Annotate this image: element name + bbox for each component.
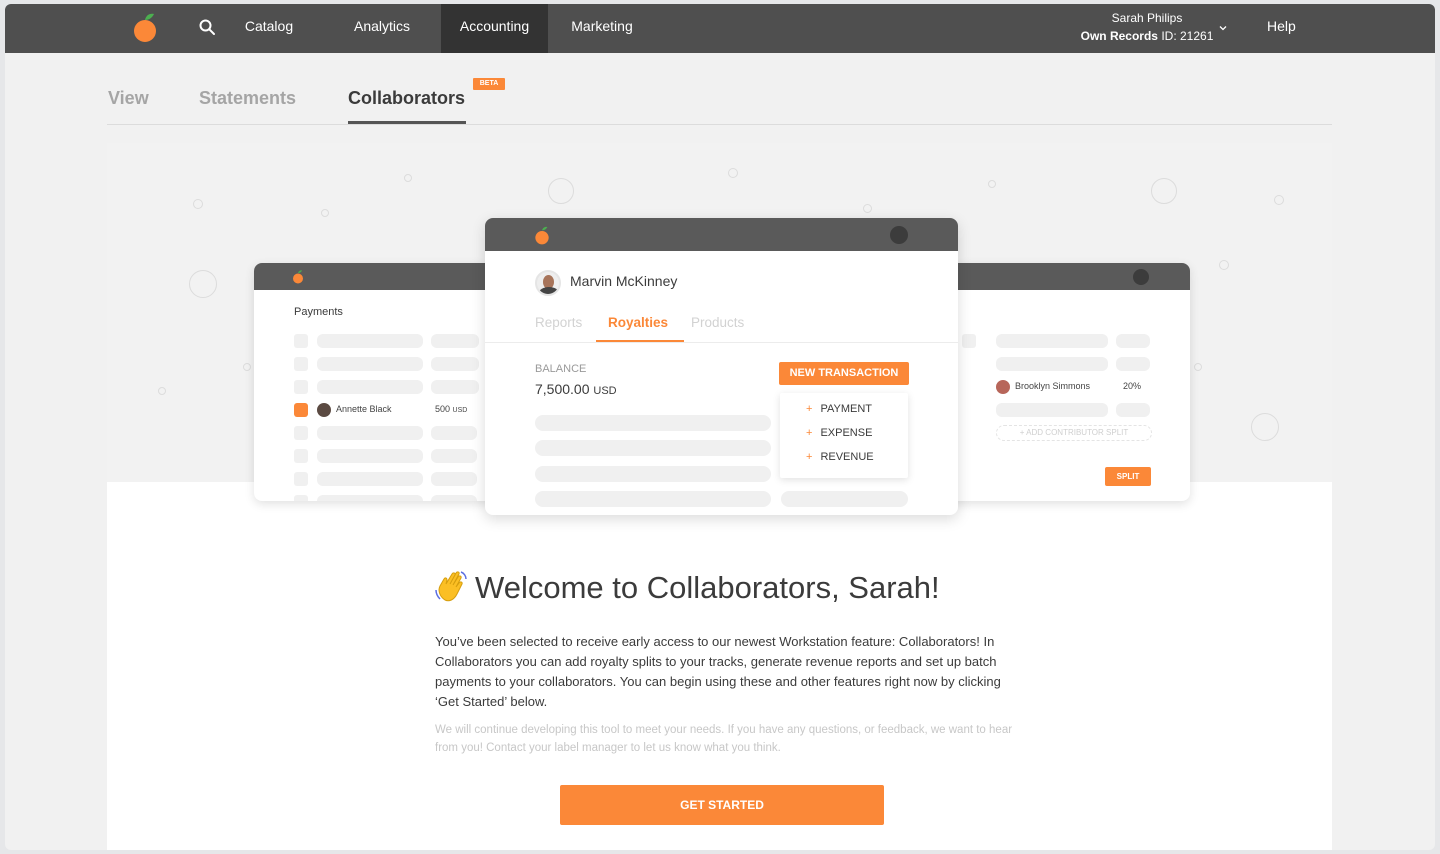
decor-circle: [728, 168, 738, 178]
chevron-down-icon[interactable]: [1218, 23, 1228, 33]
menu-item-revenue[interactable]: + REVENUE: [806, 451, 874, 463]
payments-title: Payments: [294, 306, 343, 318]
illustration: Payments Annette Black 500 USD Brooklyn …: [107, 143, 1332, 515]
tab-statements[interactable]: Statements: [199, 88, 296, 109]
decor-circle: [404, 174, 412, 182]
search-icon[interactable]: [198, 18, 216, 36]
decor-circle: [863, 204, 872, 213]
top-navigation: Catalog Analytics Accounting Marketing S…: [5, 4, 1435, 53]
decor-circle: [1274, 195, 1284, 205]
nav-analytics[interactable]: Analytics: [330, 4, 434, 53]
mock-tab-royalties[interactable]: Royalties: [608, 315, 668, 330]
decor-circle: [189, 270, 217, 298]
menu-item-expense[interactable]: + EXPENSE: [806, 427, 872, 439]
collaborator-name: Brooklyn Simmons: [1015, 381, 1091, 391]
user-records: Own Records ID: 21261: [1080, 29, 1214, 43]
split-button[interactable]: SPLIT: [1105, 467, 1151, 486]
orange-logo-icon: [535, 226, 549, 245]
artist-name: Marvin McKinney: [570, 273, 678, 289]
avatar: [535, 270, 561, 296]
new-transaction-button[interactable]: NEW TRANSACTION: [779, 362, 909, 385]
balance-value: 7,500.00 USD: [535, 381, 617, 397]
row-checkbox[interactable]: [294, 403, 308, 417]
decor-circle: [321, 209, 329, 217]
decor-circle: [158, 387, 166, 395]
avatar: [996, 380, 1010, 394]
payment-amount: 500 USD: [435, 404, 468, 414]
decor-circle: [193, 199, 203, 209]
window-dot: [890, 226, 908, 244]
welcome-title: Welcome to Collaborators, Sarah!: [475, 570, 940, 605]
mock-tab-reports[interactable]: Reports: [535, 315, 582, 330]
help-link[interactable]: Help: [1267, 4, 1296, 49]
user-menu[interactable]: Sarah Philips Own Records ID: 21261: [1067, 9, 1227, 45]
menu-item-payment[interactable]: + PAYMENT: [806, 403, 872, 415]
user-name: Sarah Philips: [1111, 11, 1183, 25]
decor-circle: [243, 363, 251, 371]
nav-catalog[interactable]: Catalog: [227, 4, 311, 53]
decor-circle: [988, 180, 996, 188]
decor-circle: [1219, 260, 1229, 270]
decor-circle: [548, 178, 574, 204]
tab-view[interactable]: View: [108, 88, 149, 109]
mock-splits-window: Brooklyn Simmons 20% + ADD CONTRIBUTOR S…: [924, 263, 1190, 501]
payee-name: Annette Black: [336, 404, 392, 414]
tab-collaborators[interactable]: Collaborators: [348, 88, 465, 109]
orange-logo-icon[interactable]: [132, 11, 158, 43]
mock-payments-window: Payments Annette Black 500 USD: [254, 263, 514, 501]
window-dot: [1133, 269, 1149, 285]
welcome-body: You’ve been selected to receive early ac…: [435, 634, 1001, 709]
welcome-card: Payments Annette Black 500 USD Brooklyn …: [107, 143, 1332, 850]
tabs-divider: [107, 124, 1332, 125]
nav-marketing[interactable]: Marketing: [558, 4, 646, 53]
orange-logo-icon: [293, 270, 303, 284]
active-tab-indicator: [348, 121, 466, 124]
get-started-button[interactable]: GET STARTED: [560, 785, 884, 825]
decor-circle: [1151, 178, 1177, 204]
app-window: Catalog Analytics Accounting Marketing S…: [5, 4, 1435, 850]
decor-circle: [1251, 413, 1279, 441]
nav-accounting[interactable]: Accounting: [441, 4, 548, 53]
avatar: [317, 403, 331, 417]
transaction-menu: + PAYMENT + EXPENSE + REVENUE: [780, 393, 908, 478]
mock-tab-products[interactable]: Products: [691, 315, 744, 330]
mock-royalties-window: Marvin McKinney Reports Royalties Produc…: [485, 218, 958, 515]
decor-circle: [1194, 363, 1202, 371]
add-contributor-split-button[interactable]: + ADD CONTRIBUTOR SPLIT: [996, 425, 1152, 441]
balance-label: BALANCE: [535, 363, 587, 375]
beta-badge: BETA: [473, 78, 505, 90]
split-percent: 20%: [1123, 381, 1142, 391]
waving-hand-icon: [435, 571, 467, 602]
welcome-note: We will continue developing this tool to…: [435, 724, 1013, 754]
